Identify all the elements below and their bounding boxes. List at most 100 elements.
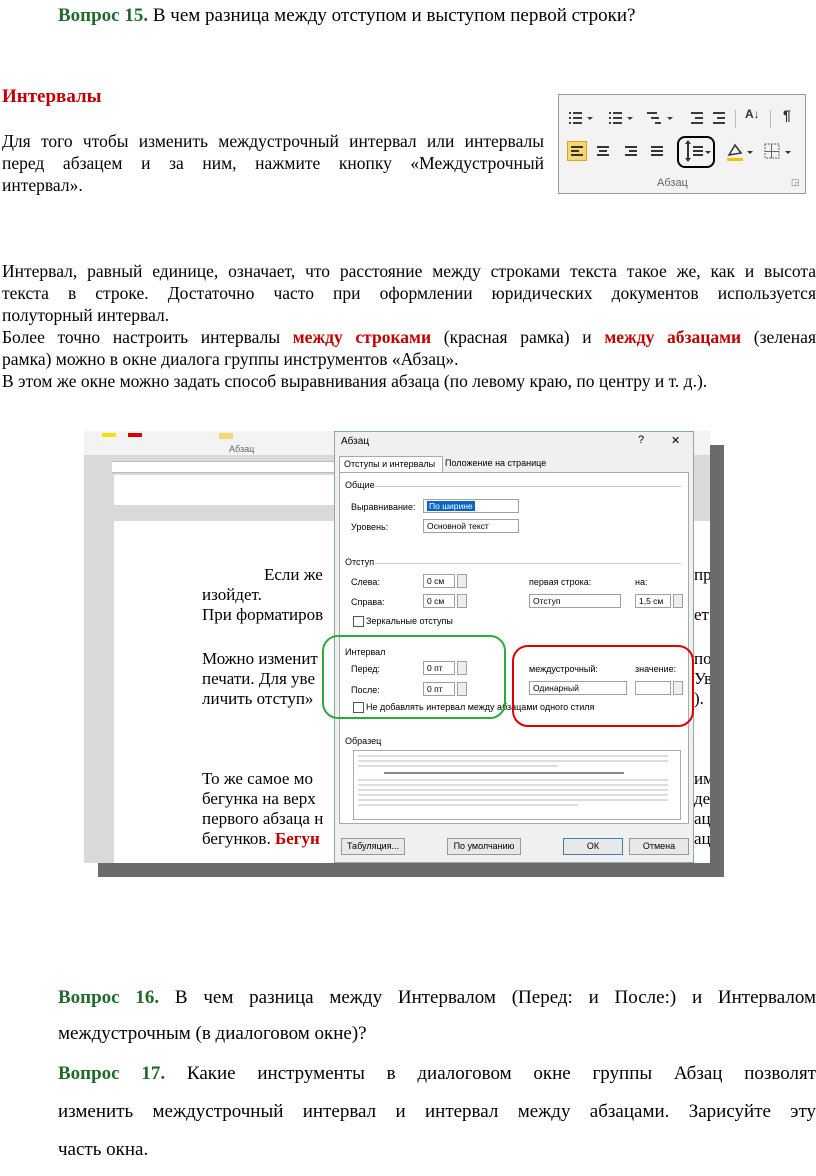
p1-line-1: Интервал, равный единице, означает, что … [2,261,816,281]
question-17-text-1: Какие инструменты в диалоговом окне груп… [165,1063,816,1084]
left-indent-label: Слева: [351,577,380,587]
intro-line-1: Для того чтобы изменить междустрочный ин… [2,131,544,151]
alignment-label: Выравнивание: [351,502,416,512]
indent-divider [375,563,681,564]
question-15: Вопрос 15. В чем разница между отступом … [58,4,635,28]
doc-line-7-right: им [694,769,710,788]
cancel-button[interactable]: Отмена [629,838,689,855]
align-active-swatch [219,433,233,439]
align-left-button[interactable] [567,141,587,161]
by-input[interactable]: 1,5 см [635,594,671,608]
p2-text-c: (зеленая [741,327,816,347]
doc-line-9: первого абзаца н [202,809,324,828]
question-17-line-2: изменить междустрочный интервал и интерв… [58,1101,816,1122]
ribbon-paragraph-group: A↓ ¶ Абзац ◲ [558,94,806,194]
p2-text-a: Более точно настроить интервалы [2,327,293,347]
doc-line-5: печати. Для уве [202,669,316,688]
doc-line-10: бегунков. Бегун [202,829,320,849]
body-paragraphs: Интервал, равный единице, означает, что … [2,260,816,392]
doc-line-9-right: ац [694,809,710,828]
doc-line-8: бегунка на верх [202,789,316,808]
font-color-swatch [128,433,142,437]
ok-button[interactable]: ОК [563,838,623,855]
tabs-button[interactable]: Табуляция... [341,838,405,855]
question-16-label: Вопрос 16. [58,987,160,1008]
question-15-text: В чем разница между отступом и выступом … [148,5,636,26]
help-button[interactable]: ? [638,434,644,446]
right-indent-input[interactable]: 0 см [423,594,455,608]
question-16-text-1: В чем разница между Интервалом (Перед: и… [159,987,816,1008]
ribbon-row1-icons [569,110,771,128]
doc-line-10-a: бегунков. [202,829,275,848]
indent-heading: Отступ [345,557,375,567]
dialog-launcher-icon[interactable]: ◲ [791,177,800,188]
alignment-value: По ширине [427,501,475,511]
first-line-label: первая строка: [529,577,592,587]
right-indent-label: Справа: [351,597,385,607]
by-spinner[interactable] [673,594,683,608]
alignment-select[interactable]: По ширине [423,499,519,513]
general-heading: Общие [345,480,375,490]
level-select[interactable]: Основной текст [423,519,519,533]
line-spacing-icon [685,140,711,162]
preview-heading: Образец [345,736,382,746]
green-frame-paragraph-spacing [322,635,506,719]
p2-line-1: Более точно настроить интервалы между ст… [2,326,816,348]
right-indent-spinner[interactable] [457,594,467,608]
mirror-indents-checkbox[interactable] [353,616,364,627]
tab-indents-spacing[interactable]: Отступы и интервалы [339,456,443,472]
doc-line-10-red: Бегун [274,829,320,848]
set-default-button[interactable]: По умолчанию [447,838,521,855]
ruler[interactable] [112,461,334,473]
p2-line-2: рамка) можно в окне диалога группы инстр… [2,349,459,369]
doc-line-2: изойдет. [202,585,262,604]
left-indent-input[interactable]: 0 см [423,574,455,588]
preview-box [353,750,681,820]
question-17-line-1: Вопрос 17. Какие инструменты в диалогово… [58,1062,816,1086]
doc-line-1-right: пр [694,565,710,584]
section-title: Интервалы [2,86,102,107]
by-label: на: [635,577,648,587]
doc-line-6: личить отступ» [202,689,314,708]
line-spacing-button[interactable] [677,136,715,168]
p2-text-b: (красная рамка) и [431,327,605,347]
doc-line-7: То же самое мо [202,769,313,788]
p2-red-between-paragraphs: между абзацами [604,327,742,347]
pilcrow-icon[interactable]: ¶ [783,107,791,123]
doc-line-8-right: де [694,789,710,808]
first-line-select[interactable]: Отступ [529,594,621,608]
intro-line-2: перед абзацем и за ним, нажмите кнопку «… [2,153,544,173]
p1-line-2: текста в строке. Достаточно часто при оф… [2,283,816,303]
tab-line-page-breaks[interactable]: Положение на странице [445,458,546,468]
doc-line-3: При форматиров [202,605,324,624]
doc-line-5-right: Ув [694,669,710,688]
question-16-line-1: Вопрос 16. В чем разница между Интервало… [58,986,816,1010]
shading-border-icons[interactable] [725,141,801,163]
intro-paragraph: Для того чтобы изменить междустрочный ин… [2,130,544,196]
p1-line-3: полуторный интервал. [2,305,170,325]
dialog-title: Абзац [341,436,370,447]
left-indent-spinner[interactable] [457,574,467,588]
doc-page-top [114,475,334,505]
align-left-icon [571,146,583,156]
doc-line-1: Если же [264,565,323,584]
intro-line-3: интервал». [2,175,83,195]
close-icon[interactable]: ✕ [671,434,680,447]
ribbon-group-label: Абзац [657,177,688,189]
doc-line-4-right: по [694,649,710,668]
p3-line: В этом же окне можно задать способ вырав… [2,371,708,391]
red-frame-line-spacing [512,645,694,727]
sort-icon[interactable]: A↓ [745,107,760,121]
p2-red-between-lines: между строками [292,327,432,347]
question-16-line-2: междустрочным (в диалоговом окне)? [58,1023,367,1044]
doc-line-6-right: ). [694,689,704,708]
preview-lines [358,755,668,806]
question-17-line-3: часть окна. [58,1139,149,1160]
highlight-swatch [102,433,116,437]
question-15-label: Вопрос 15. [58,5,149,26]
doc-line-10-right: ац [694,829,710,848]
word-screenshot: Абзац Если же пр изойдет. При форматиров… [84,431,710,863]
screenshot-ribbon-label: Абзац [229,444,255,454]
general-divider [375,486,681,487]
mirror-indents-label: Зеркальные отступы [366,616,453,626]
